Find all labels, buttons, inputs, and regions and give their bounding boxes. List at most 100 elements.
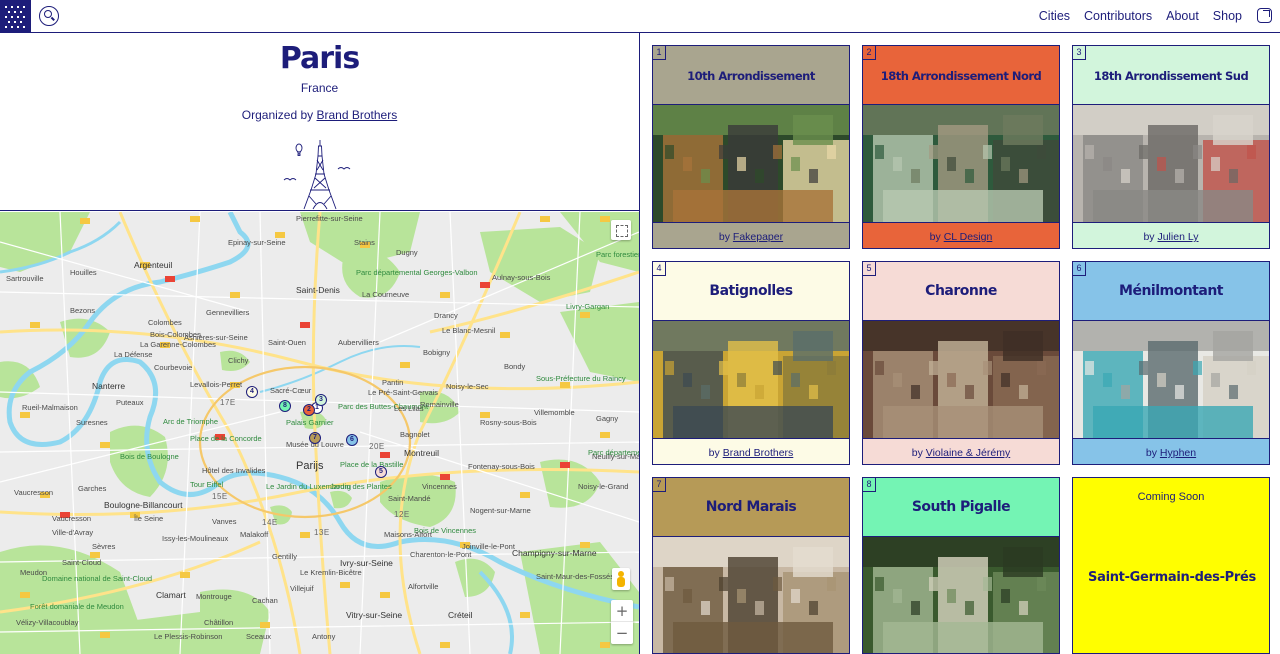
- map-label: 13E: [314, 528, 330, 537]
- map-label: Gagny: [596, 414, 619, 423]
- card-title: 18th Arrondissement Nord: [880, 69, 1042, 83]
- nav-shop[interactable]: Shop: [1213, 9, 1242, 23]
- map-label: Vincennes: [422, 482, 457, 491]
- map-label: Levallois-Perret: [190, 380, 243, 389]
- neighborhood-card[interactable]: 5 Charonne by Violaine & Jérémy: [862, 261, 1060, 465]
- author-link[interactable]: Hyphen: [1160, 447, 1196, 459]
- nav-about[interactable]: About: [1166, 9, 1199, 23]
- map-label: Sartrouville: [6, 274, 44, 283]
- map-label: Le Kremlin-Bicêtre: [300, 568, 362, 577]
- fullscreen-icon[interactable]: [611, 220, 631, 240]
- map-pin[interactable]: 8: [279, 400, 291, 412]
- card-photo: [653, 320, 849, 439]
- map-label: Aulnay-sous-Bois: [492, 273, 551, 282]
- map-label: Puteaux: [116, 398, 144, 407]
- card-byline: by CL Design: [863, 231, 1059, 243]
- map-label: Houilles: [70, 268, 97, 277]
- map-label: Bagnolet: [400, 430, 430, 439]
- site-logo[interactable]: [0, 0, 31, 32]
- map-label: Antony: [312, 632, 336, 641]
- map-pin[interactable]: 4: [246, 386, 258, 398]
- map-label: Vaucresson: [52, 514, 92, 523]
- map-label: Cachan: [252, 596, 278, 605]
- map-label: Vanves: [212, 517, 237, 526]
- external-link-icon[interactable]: [1257, 8, 1272, 23]
- author-link[interactable]: Violaine & Jérémy: [926, 447, 1010, 459]
- map-label: Ivry-sur-Seine: [340, 558, 393, 568]
- photo-illustration: [863, 321, 1059, 438]
- zoom-out-button[interactable]: −: [611, 622, 633, 644]
- map-label: Gentilly: [272, 552, 298, 561]
- map-pin[interactable]: 2: [303, 404, 315, 416]
- map-label: La Défense: [114, 350, 153, 359]
- map-label: Pierrefitte-sur-Seine: [296, 214, 363, 223]
- map-label: Pantin: [382, 378, 404, 387]
- map-label: Bois-Colombes: [150, 330, 201, 339]
- street-view-icon[interactable]: [612, 568, 630, 590]
- map-label: Créteil: [448, 610, 473, 620]
- photo-illustration: [1073, 105, 1269, 222]
- map-pin[interactable]: 6: [346, 434, 358, 446]
- neighborhood-card[interactable]: 1 10th Arrondissement by Fakepaper: [652, 45, 850, 249]
- nav-contributors[interactable]: Contributors: [1084, 9, 1152, 23]
- card-photo: [653, 536, 849, 653]
- map-pin[interactable]: 5: [375, 466, 387, 478]
- card-photo: [863, 104, 1059, 223]
- map-label: Sacré-Cœur: [270, 386, 312, 395]
- neighborhood-card[interactable]: 8 South Pigalle: [862, 477, 1060, 654]
- author-link[interactable]: Fakepaper: [733, 231, 783, 243]
- map-label: Clamart: [156, 590, 186, 600]
- byline-prefix: by: [708, 447, 720, 459]
- map-label: Rosny-sous-Bois: [480, 418, 537, 427]
- card-title: 10th Arrondissement: [687, 69, 815, 83]
- search-button[interactable]: [39, 6, 59, 26]
- city-map[interactable]: Argenteuil Saint-Denis Nanterre Parijs B…: [0, 212, 639, 654]
- map-label: Domaine national de Saint-Cloud: [42, 574, 153, 583]
- map-label: Champigny-sur-Marne: [512, 548, 597, 558]
- byline-prefix: by: [1143, 231, 1155, 243]
- neighborhood-card[interactable]: 3 18th Arrondissement Sud by Julien Ly: [1072, 45, 1270, 249]
- neighborhood-card[interactable]: 2 18th Arrondissement Nord by CL Design: [862, 45, 1060, 249]
- map-label: Bondy: [504, 362, 526, 371]
- organizer-prefix: Organized by: [241, 108, 314, 122]
- map-label: Arc de Triomphe: [163, 417, 219, 426]
- map-pin[interactable]: 7: [309, 432, 321, 444]
- map-label: Bobigny: [423, 348, 451, 357]
- map-label: Jardin des Plantes: [330, 482, 392, 491]
- neighborhood-card[interactable]: 7 Nord Marais: [652, 477, 850, 654]
- map-label: Châtillon: [204, 618, 234, 627]
- map-label: Place de la Bastille: [340, 460, 404, 469]
- organizer-link[interactable]: Brand Brothers: [317, 108, 398, 122]
- map-label: 20E: [369, 442, 385, 451]
- zoom-in-button[interactable]: +: [611, 600, 633, 622]
- card-number: 3: [1073, 46, 1086, 60]
- map-label: Tour Eiffel: [190, 480, 224, 489]
- card-byline: by Brand Brothers: [653, 447, 849, 459]
- map-label: 15E: [212, 492, 228, 501]
- nav-cities[interactable]: Cities: [1039, 9, 1070, 23]
- author-link[interactable]: CL Design: [944, 231, 993, 243]
- map-label: Colombes: [148, 318, 182, 327]
- map-label: 14E: [262, 518, 278, 527]
- map-label: Montrouge: [196, 592, 232, 601]
- map-pin[interactable]: 3: [315, 394, 327, 406]
- map-label: Argenteuil: [134, 260, 173, 270]
- card-number: 7: [653, 478, 666, 492]
- map-label: Sèvres: [92, 542, 116, 551]
- map-label: Dugny: [396, 248, 418, 257]
- left-panel: Paris France Organized by Brand Brothers: [0, 33, 640, 654]
- neighborhood-card[interactable]: 6 Ménilmontant by Hyphen: [1072, 261, 1270, 465]
- map-label: Saint-Cloud: [62, 558, 102, 567]
- card-byline: by Julien Ly: [1073, 231, 1269, 243]
- map-label: Bezons: [70, 306, 96, 315]
- author-link[interactable]: Brand Brothers: [723, 447, 794, 459]
- author-link[interactable]: Julien Ly: [1157, 231, 1198, 243]
- map-label: Gennevilliers: [206, 308, 250, 317]
- neighborhood-card[interactable]: 4 Batignolles by Brand Brothers: [652, 261, 850, 465]
- card-title: Charonne: [925, 283, 997, 299]
- map-label: Vaucresson: [14, 488, 54, 497]
- map-label: Parc départemental: [588, 448, 639, 457]
- map-label: Le Plessis-Robinson: [154, 632, 223, 641]
- map-label: Parc départemental Georges-Valbon: [356, 268, 478, 277]
- card-number: 6: [1073, 262, 1086, 276]
